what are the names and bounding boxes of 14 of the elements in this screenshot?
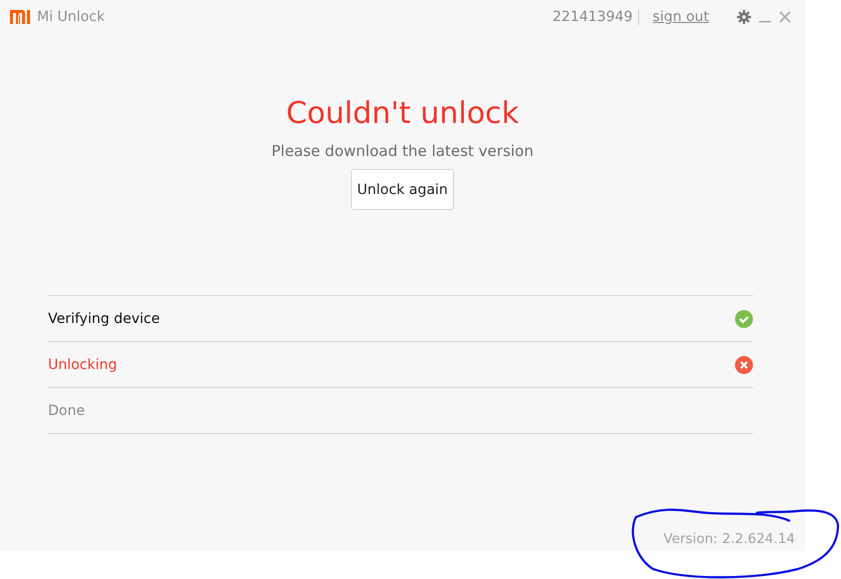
app-title: Mi Unlock [37, 9, 105, 25]
step-label: Done [48, 402, 85, 418]
result-message: Please download the latest version [271, 142, 534, 160]
check-icon [735, 310, 753, 328]
account-id: 221413949 [552, 10, 639, 24]
unlock-again-button[interactable]: Unlock again [351, 169, 454, 210]
error-icon [735, 356, 753, 374]
close-icon[interactable] [779, 11, 791, 23]
result-title: Couldn't unlock [286, 95, 519, 133]
settings-icon[interactable] [737, 10, 751, 24]
step-label: Unlocking [48, 356, 118, 372]
logo-icon [10, 10, 31, 24]
version-text: Version: 2.2.624.14 [664, 531, 795, 547]
step-label: Verifying device [48, 310, 160, 326]
